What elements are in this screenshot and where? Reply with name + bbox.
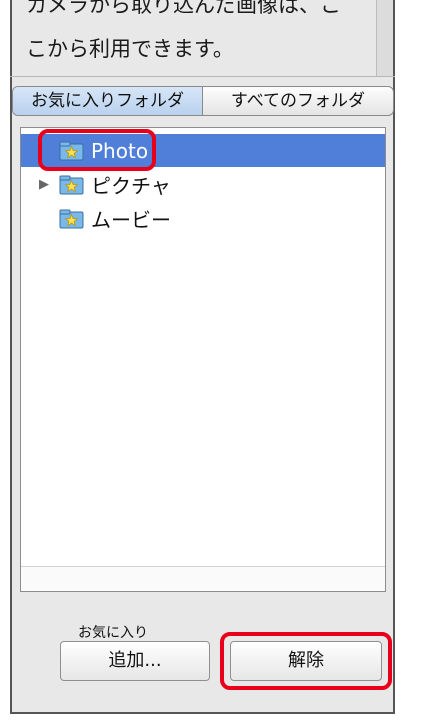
tab-all-folders[interactable]: すべてのフォルダ	[203, 87, 393, 115]
favorite-folder-icon	[59, 208, 85, 230]
favorite-folder-icon	[59, 174, 85, 196]
scroll-strip[interactable]	[376, 0, 393, 76]
tree-item-label: ムービー	[91, 208, 171, 232]
tree-item-pictures[interactable]: ▶ ピクチャ	[21, 168, 385, 201]
tree-footer	[21, 566, 385, 591]
tree-item-label: ピクチャ	[91, 174, 171, 198]
expand-arrow-icon[interactable]: ▶	[39, 177, 53, 192]
photo-highlight	[38, 129, 156, 171]
tree-item-movies[interactable]: ムービー	[21, 202, 385, 235]
description-line-1: カメラから取り込んだ画像は、こ	[26, 0, 341, 17]
folder-tabs: お気に入りフォルダ すべてのフォルダ	[12, 86, 394, 116]
description-line-2: こから利用できます。	[26, 37, 234, 61]
folder-tree: Photo ▶ ピクチャ ムービー	[20, 127, 386, 592]
remove-highlight	[220, 632, 392, 690]
add-button[interactable]: 追加...	[60, 641, 210, 681]
favorites-label: お気に入り	[78, 625, 148, 641]
tab-favorite-folders[interactable]: お気に入りフォルダ	[13, 87, 203, 115]
divider	[10, 76, 395, 77]
